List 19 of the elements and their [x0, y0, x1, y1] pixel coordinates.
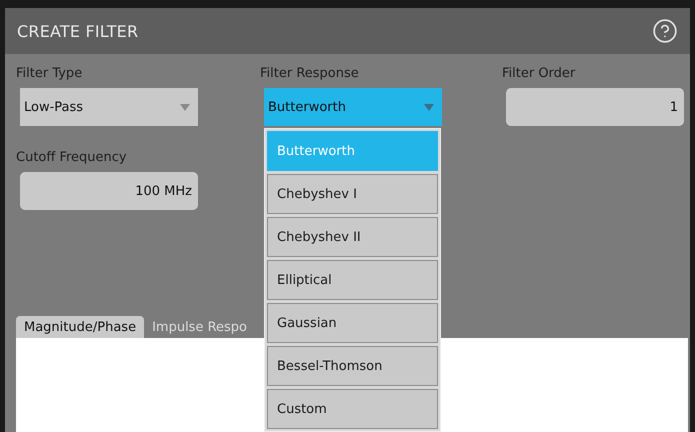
menu-option[interactable]: Chebyshev II	[267, 217, 438, 257]
help-icon[interactable]	[652, 18, 678, 44]
field-label: Filter Response	[260, 66, 360, 82]
menu-option[interactable]: Custom	[267, 389, 438, 429]
dropdown-select[interactable]: Low-Pass	[20, 88, 198, 126]
dropdown-select[interactable]: Butterworth	[264, 88, 442, 126]
field-label: Filter Order	[502, 66, 576, 82]
caret-icon	[180, 104, 190, 110]
menu-option[interactable]: Bessel-Thomson	[267, 346, 438, 386]
menu-option[interactable]: Chebyshev I	[267, 174, 438, 214]
window-title: CREATE FILTER	[17, 22, 138, 40]
number-field[interactable]: 100 MHz	[20, 172, 198, 210]
field-label: Filter Type	[16, 66, 84, 82]
number-field[interactable]: 1	[506, 88, 684, 126]
field-label: Cutoff Frequency	[16, 150, 128, 166]
caret-icon	[424, 104, 434, 110]
tab[interactable]: Magnitude/Phase	[16, 316, 144, 338]
menu-option[interactable]: Gaussian	[267, 303, 438, 343]
menu-option[interactable]: Elliptical	[267, 260, 438, 300]
